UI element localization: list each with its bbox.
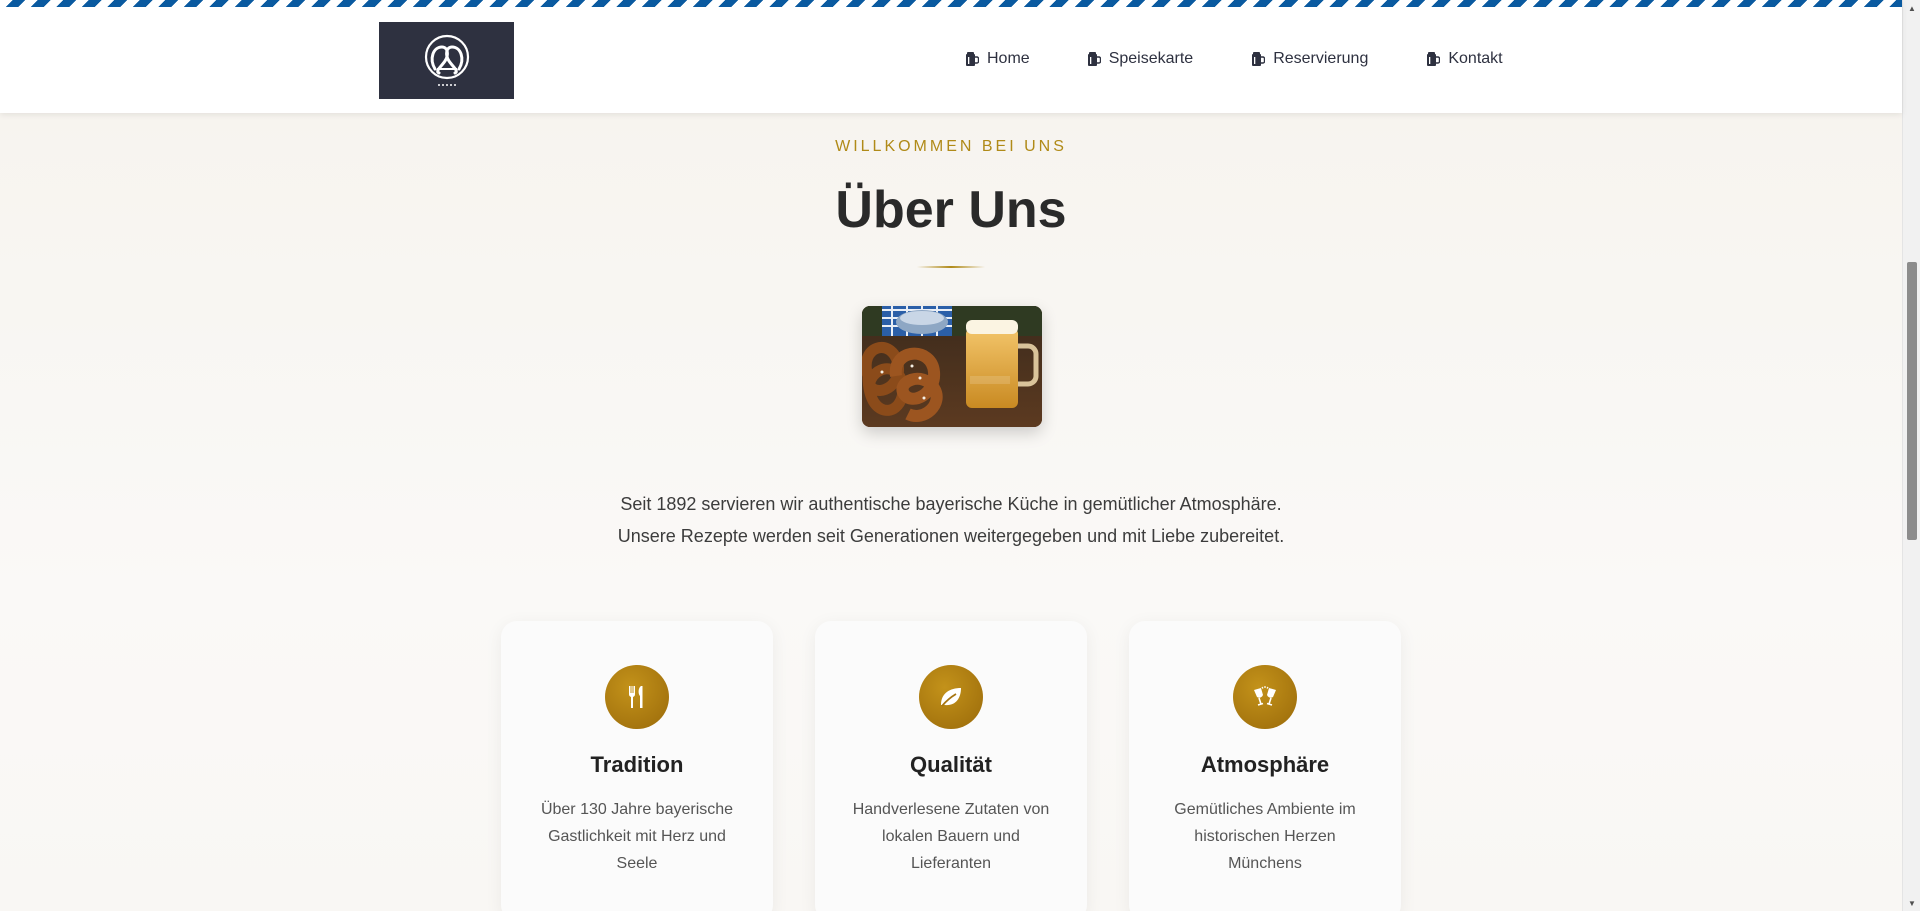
nav-item-speisekarte[interactable]: Speisekarte (1087, 48, 1194, 70)
site-logo[interactable] (379, 22, 514, 99)
scroll-down-arrow-icon[interactable]: ▼ (1903, 895, 1920, 911)
pretzel-beer-photo (862, 306, 1042, 427)
nav-item-kontakt[interactable]: Kontakt (1426, 48, 1503, 70)
intro-text: Seit 1892 servieren wir authentische bay… (0, 488, 1902, 552)
scrollbar-thumb[interactable] (1907, 262, 1917, 540)
intro-line-1: Seit 1892 servieren wir authentische bay… (620, 494, 1282, 514)
card-text: Gemütliches Ambiente im historischen Her… (1174, 801, 1356, 872)
beer-mug-icon (1252, 52, 1266, 66)
nav-label: Reservierung (1273, 50, 1369, 67)
scroll-up-arrow-icon[interactable]: ▲ (1903, 0, 1920, 16)
feature-card-atmosphaere: Atmosphäre Gemütliches Ambiente im histo… (1129, 621, 1401, 911)
nav-label: Kontakt (1448, 50, 1503, 67)
card-title: Tradition (590, 752, 684, 777)
nav-item-home[interactable]: Home (965, 48, 1030, 70)
card-title: Qualität (910, 752, 992, 777)
feature-card-tradition: Tradition Über 130 Jahre bayerische Gast… (501, 621, 773, 911)
nav-label: Home (987, 50, 1030, 67)
beer-mug-icon (1427, 52, 1441, 66)
nav-label: Speisekarte (1108, 50, 1194, 67)
section-eyebrow: WILLKOMMEN BEI UNS (835, 138, 1067, 155)
feature-card-qualitaet: Qualität Handverlesene Zutaten von lokal… (815, 621, 1087, 911)
leaf-icon (919, 665, 983, 729)
utensils-icon (605, 665, 669, 729)
nav-item-reservierung[interactable]: Reservierung (1251, 48, 1368, 70)
glasses-cheers-icon (1233, 665, 1297, 729)
vertical-scrollbar[interactable]: ▲ ▼ (1902, 0, 1920, 911)
pretzel-beer-image (862, 306, 1042, 427)
card-text: Über 130 Jahre bayerische Gastlichkeit m… (540, 801, 734, 872)
pretzel-logo-icon (424, 34, 469, 86)
page-title: Über Uns (835, 181, 1067, 239)
beer-mug-icon (966, 52, 979, 66)
card-text: Handverlesene Zutaten von lokalen Bauern… (852, 801, 1050, 872)
card-title: Atmosphäre (1200, 752, 1330, 777)
bavarian-stripe-bar (0, 0, 1902, 7)
title-divider (917, 266, 985, 268)
main-nav: Home Speisekarte Reservierung Kontakt (965, 48, 1503, 70)
intro-line-2: Unsere Rezepte werden seit Generationen … (617, 526, 1285, 546)
site-header: Home Speisekarte Reservierung Kontakt (0, 0, 1902, 113)
beer-mug-icon (1087, 52, 1101, 66)
